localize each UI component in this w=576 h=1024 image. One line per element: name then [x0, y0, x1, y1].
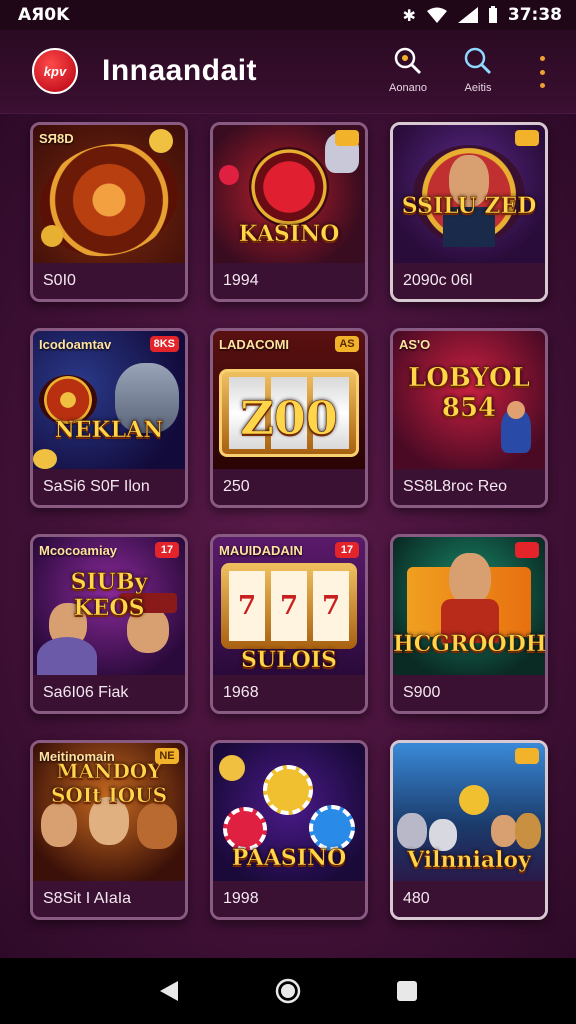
status-time-right: 37:38 — [507, 5, 562, 25]
game-card[interactable]: 7 7 7 SULOIS MAUIDADAIN 17 1968 — [210, 534, 368, 714]
game-card[interactable]: SЯ8D S0I0 — [30, 122, 188, 302]
wifi-icon — [426, 7, 447, 23]
game-badge: 17 — [155, 542, 179, 558]
game-footer-label: 1994 — [213, 263, 365, 299]
game-title: SIUBy KEOS — [70, 569, 148, 622]
game-tag: SЯ8D — [39, 131, 74, 146]
game-card[interactable]: KASINO 1994 — [210, 122, 368, 302]
game-tag: AS'O — [399, 337, 431, 352]
bluetooth-icon: ✱ — [402, 5, 416, 25]
game-card[interactable]: Z00 LADACOMI AS 250 — [210, 328, 368, 508]
game-thumbnail: 7 7 7 SULOIS MAUIDADAIN 17 — [213, 537, 365, 675]
app-title: Innaandait — [102, 54, 258, 87]
game-footer-label: 480 — [393, 881, 545, 917]
status-icons: ✱ 37:38 — [402, 5, 562, 25]
game-card[interactable]: LOBYOL 854 AS'O SS8L8roc Reo — [390, 328, 548, 508]
search-icon — [461, 44, 495, 78]
game-thumbnail: SЯ8D — [33, 125, 185, 263]
game-card[interactable]: MANDOY SOIt IOUS Meitinomain NE S8Sit I AIa… — [30, 740, 188, 920]
game-grid: SЯ8D S0I0 KASINO 1994 SSILU ZED 2090ᴄ 06l NEKL… — [30, 122, 548, 920]
game-card[interactable]: SSILU ZED 2090ᴄ 06l — [390, 122, 548, 302]
game-badge — [515, 130, 539, 146]
game-thumbnail: Vilnnialoy — [393, 743, 545, 881]
game-card[interactable]: PAASINO 1998 — [210, 740, 368, 920]
game-thumbnail: Z00 LADACOMI AS — [213, 331, 365, 469]
game-title: SSILU ZED — [401, 193, 537, 220]
game-badge: 8KS — [149, 336, 179, 352]
game-badge: 17 — [335, 542, 359, 558]
game-thumbnail: MANDOY SOIt IOUS Meitinomain NE — [33, 743, 185, 881]
game-tag: MAUIDADAIN — [219, 543, 303, 558]
app-header: kpv Innaandait Aonano Aeitis — [0, 30, 576, 114]
header-action-2[interactable]: Aeitis — [448, 44, 508, 94]
header-action-1[interactable]: Aonano — [378, 44, 438, 94]
game-card[interactable]: Vilnnialoy 480 — [390, 740, 548, 920]
app-logo[interactable]: kpv — [32, 48, 78, 94]
game-card[interactable]: SIUBy KEOS Mcocoamiay 17 Sa6I06 Fiak — [30, 534, 188, 714]
game-title: SULOIS — [241, 647, 337, 674]
game-title: MANDOY SOIt IOUS — [50, 759, 168, 808]
search-icon — [391, 44, 425, 78]
game-title: Vilnnialoy — [407, 847, 531, 874]
game-badge: NE — [155, 748, 179, 764]
header-action-label-1: Aonano — [389, 82, 427, 94]
game-badge — [515, 748, 539, 764]
game-card[interactable]: NEKLAN Icodoamtav 8KS SaSi6 S0F Ilon — [30, 328, 188, 508]
signal-icon — [457, 7, 478, 23]
status-bar: AЯ0K ✱ 37:38 — [0, 0, 576, 30]
game-badge — [515, 542, 539, 558]
game-title: Z00 — [240, 391, 338, 446]
back-icon[interactable] — [149, 971, 189, 1011]
status-time-left: AЯ0K — [18, 5, 70, 25]
recents-icon[interactable] — [387, 971, 427, 1011]
game-tag: Meitinomain — [39, 749, 115, 764]
game-thumbnail: NEKLAN Icodoamtav 8KS — [33, 331, 185, 469]
game-footer-label: 1998 — [213, 881, 365, 917]
game-footer-label: SaSi6 S0F Ilon — [33, 469, 185, 505]
system-nav-bar — [0, 958, 576, 1024]
game-title: KASINO — [238, 221, 340, 248]
game-thumbnail: KASINO — [213, 125, 365, 263]
game-badge — [335, 130, 359, 146]
game-thumbnail: SIUBy KEOS Mcocoamiay 17 — [33, 537, 185, 675]
game-thumbnail: HCGROODH — [393, 537, 545, 675]
game-footer-label: S0I0 — [33, 263, 185, 299]
game-list[interactable]: SЯ8D S0I0 KASINO 1994 SSILU ZED 2090ᴄ 06l NEKL… — [0, 114, 576, 958]
home-icon[interactable] — [268, 971, 308, 1011]
game-footer-label: 2090ᴄ 06l — [393, 263, 545, 299]
game-card[interactable]: HCGROODH S900 — [390, 534, 548, 714]
game-badge: AS — [335, 336, 359, 352]
game-title: LOBYOL 854 — [408, 363, 530, 424]
battery-icon — [488, 6, 497, 23]
game-title: HCGROODH — [393, 631, 545, 658]
game-thumbnail: PAASINO — [213, 743, 365, 881]
game-tag: Mcocoamiay — [39, 543, 118, 558]
game-footer-label: 1968 — [213, 675, 365, 711]
game-footer-label: SS8L8roc Reo — [393, 469, 545, 505]
game-title: NEKLAN — [54, 417, 164, 444]
game-thumbnail: LOBYOL 854 AS'O — [393, 331, 545, 469]
game-footer-label: Sa6I06 Fiak — [33, 675, 185, 711]
game-footer-label: 250 — [213, 469, 365, 505]
game-title: PAASINO — [231, 845, 347, 872]
game-thumbnail: SSILU ZED — [393, 125, 545, 263]
game-footer-label: S900 — [393, 675, 545, 711]
game-footer-label: S8Sit I AIaIa — [33, 881, 185, 917]
header-action-label-2: Aeitis — [464, 82, 492, 94]
game-tag: LADACOMI — [219, 337, 290, 352]
game-tag: Icodoamtav — [39, 337, 112, 352]
more-vert-icon[interactable] — [532, 56, 552, 88]
